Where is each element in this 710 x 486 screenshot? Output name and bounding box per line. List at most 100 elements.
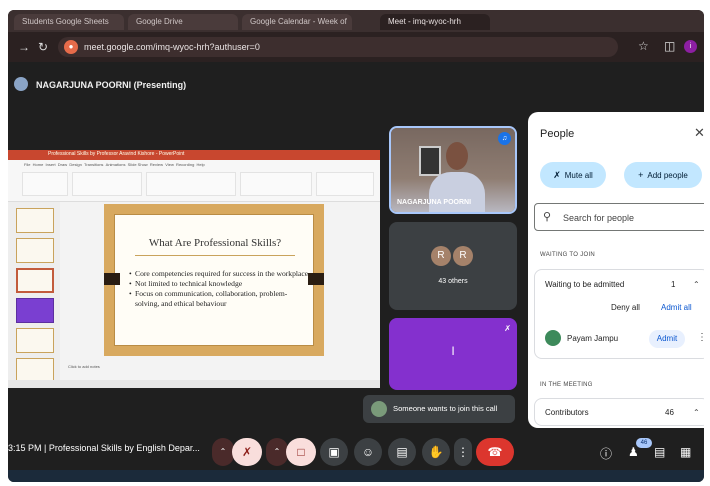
audio-settings-chevron-icon[interactable]: ⌃	[212, 438, 234, 466]
toast-text: Someone wants to join this call	[393, 404, 498, 413]
presenter-bar: NAGARJUNA POORNI (Presenting)	[8, 72, 704, 98]
waiting-section-label: WAITING TO JOIN	[540, 252, 596, 258]
sidepanel-icon[interactable]: ◫	[664, 39, 675, 53]
meeting-section-label: IN THE MEETING	[540, 382, 593, 388]
ribbon-group	[72, 172, 142, 196]
powerpoint-titlebar: Professional Skills by Professor Aravind…	[8, 150, 380, 160]
slide-bullet: Not limited to technical knowledge	[129, 279, 309, 289]
leave-call-button[interactable]: ☎	[476, 438, 514, 466]
ribbon-group	[22, 172, 68, 196]
slide-thumbnails	[8, 202, 60, 383]
chat-icon[interactable]: ▤	[654, 445, 665, 459]
profile-avatar[interactable]: i	[684, 40, 697, 53]
forward-icon[interactable]: →	[18, 40, 30, 54]
search-people-input[interactable]: ⚲ Search for people	[534, 203, 704, 231]
ribbon-group	[240, 172, 312, 196]
site-info-icon[interactable]: ●	[64, 40, 78, 54]
raise-hand-button[interactable]: ✋	[422, 438, 450, 466]
activities-icon[interactable]: ▦	[680, 445, 691, 459]
chevron-up-icon[interactable]: ⌃	[693, 408, 700, 417]
browser-toolbar: → ↻ ● meet.google.com/imq-wyoc-hrh?authu…	[8, 32, 704, 62]
people-icon[interactable]: ♟	[628, 445, 639, 459]
address-bar[interactable]: ● meet.google.com/imq-wyoc-hrh?authuser=…	[58, 37, 618, 57]
ribbon-group	[316, 172, 374, 196]
more-options-icon[interactable]: ⋮	[697, 332, 704, 343]
captions-button[interactable]: ▤	[388, 438, 416, 466]
slide-thumbnail[interactable]	[16, 328, 54, 353]
mic-off-icon: ✗	[504, 324, 511, 333]
speaker-tile[interactable]: ♫ NAGARJUNA POORNI	[389, 126, 517, 214]
slide-divider	[135, 255, 295, 256]
mic-off-icon: ✗	[553, 170, 561, 180]
slide-thumbnail[interactable]	[16, 298, 54, 323]
presenting-label: NAGARJUNA POORNI (Presenting)	[36, 80, 187, 90]
present-button[interactable]: ▣	[320, 438, 348, 466]
bookmark-star-icon[interactable]: ☆	[638, 39, 649, 53]
camera-toggle-button[interactable]: □	[286, 438, 316, 466]
powerpoint-window-title: Professional Skills by Professor Aravind…	[48, 151, 185, 157]
participant-body	[429, 172, 485, 212]
slide-bullets: Core competencies required for success i…	[129, 269, 309, 309]
close-icon[interactable]: ✕	[694, 125, 704, 141]
join-request-toast[interactable]: Someone wants to join this call	[363, 395, 515, 423]
video-settings-chevron-icon[interactable]: ⌃	[266, 438, 288, 466]
slide-bullet: Core competencies required for success i…	[129, 269, 309, 279]
slide-decoration	[104, 273, 120, 285]
shared-screen: Professional Skills by Professor Aravind…	[8, 150, 380, 388]
contributors-card[interactable]: Contributors 46 ⌃	[534, 398, 704, 426]
url-text: meet.google.com/imq-wyoc-hrh?authuser=0	[84, 42, 260, 52]
contributors-label: Contributors	[545, 408, 589, 417]
slide-thumbnail[interactable]	[16, 208, 54, 233]
others-count: 43 others	[438, 278, 468, 285]
others-tile[interactable]: R R 43 others	[389, 222, 517, 310]
participant-initial: I	[451, 344, 455, 358]
participant-avatar: R	[453, 246, 473, 266]
participant-tile[interactable]: ✗ I	[389, 318, 517, 390]
panel-title: People	[540, 128, 575, 140]
info-icon[interactable]: ⓘ	[600, 445, 612, 462]
speaker-name: NAGARJUNA POORNI	[397, 199, 472, 206]
waiting-count: 1	[671, 280, 676, 289]
more-options-button[interactable]: ⋮	[454, 438, 472, 466]
avatar	[545, 330, 561, 346]
screen: Students Google Sheets Google Drive Goog…	[8, 10, 704, 482]
slide-bullet: Focus on communication, collaboration, p…	[129, 289, 309, 309]
slide-content: What Are Professional Skills? Core compe…	[114, 214, 314, 346]
add-people-button[interactable]: + Add people	[624, 162, 702, 188]
chevron-up-icon[interactable]: ⌃	[693, 280, 700, 289]
ribbon-group	[146, 172, 236, 196]
deny-all-button[interactable]: Deny all	[611, 303, 640, 312]
waiting-user-name: Payam Jampu	[567, 334, 619, 343]
waiting-header[interactable]: Waiting to be admitted	[545, 280, 624, 289]
reload-icon[interactable]: ↻	[38, 40, 48, 54]
slide-thumbnail[interactable]	[16, 238, 54, 263]
browser-tab[interactable]: Students Google Sheets	[14, 14, 124, 30]
slide-title: What Are Professional Skills?	[148, 237, 282, 249]
search-icon: ⚲	[543, 211, 552, 223]
browser-tab-active[interactable]: Meet - imq-wyoc-hrh	[380, 14, 490, 30]
notes-hint[interactable]: Click to add notes	[68, 364, 100, 369]
admit-all-button[interactable]: Admit all	[661, 303, 692, 312]
emoji-button[interactable]: ☺	[354, 438, 382, 466]
browser-tab[interactable]: Google Drive	[128, 14, 238, 30]
admit-button[interactable]: Admit	[649, 330, 685, 348]
browser-tabstrip: Students Google Sheets Google Drive Goog…	[8, 10, 704, 32]
ribbon-tabs: File Home Insert Draw Design Transitions…	[24, 162, 205, 167]
add-person-icon: +	[638, 170, 644, 180]
browser-tab[interactable]: Google Calendar - Week of	[242, 14, 352, 30]
mute-all-label: Mute all	[564, 171, 593, 180]
mic-toggle-button[interactable]: ✗	[232, 438, 262, 466]
contributors-count: 46	[665, 408, 674, 417]
current-slide: What Are Professional Skills? Core compe…	[104, 204, 324, 356]
camera-background-object	[419, 146, 441, 176]
slide-thumbnail-selected[interactable]	[16, 268, 54, 293]
powerpoint-ribbon: File Home Insert Draw Design Transitions…	[8, 160, 380, 202]
participant-avatar: R	[431, 246, 451, 266]
speaking-indicator-icon: ♫	[498, 132, 511, 145]
os-taskbar	[8, 470, 704, 482]
meeting-time-title: 3:15 PM | Professional Skills by English…	[8, 443, 200, 453]
waiting-card: Waiting to be admitted 1 ⌃ Deny all Admi…	[534, 269, 704, 359]
powerpoint-statusbar	[8, 380, 380, 388]
mute-all-button[interactable]: ✗ Mute all	[540, 162, 606, 188]
people-panel: People ✕ ✗ Mute all + Add people ⚲ Search …	[528, 112, 704, 428]
